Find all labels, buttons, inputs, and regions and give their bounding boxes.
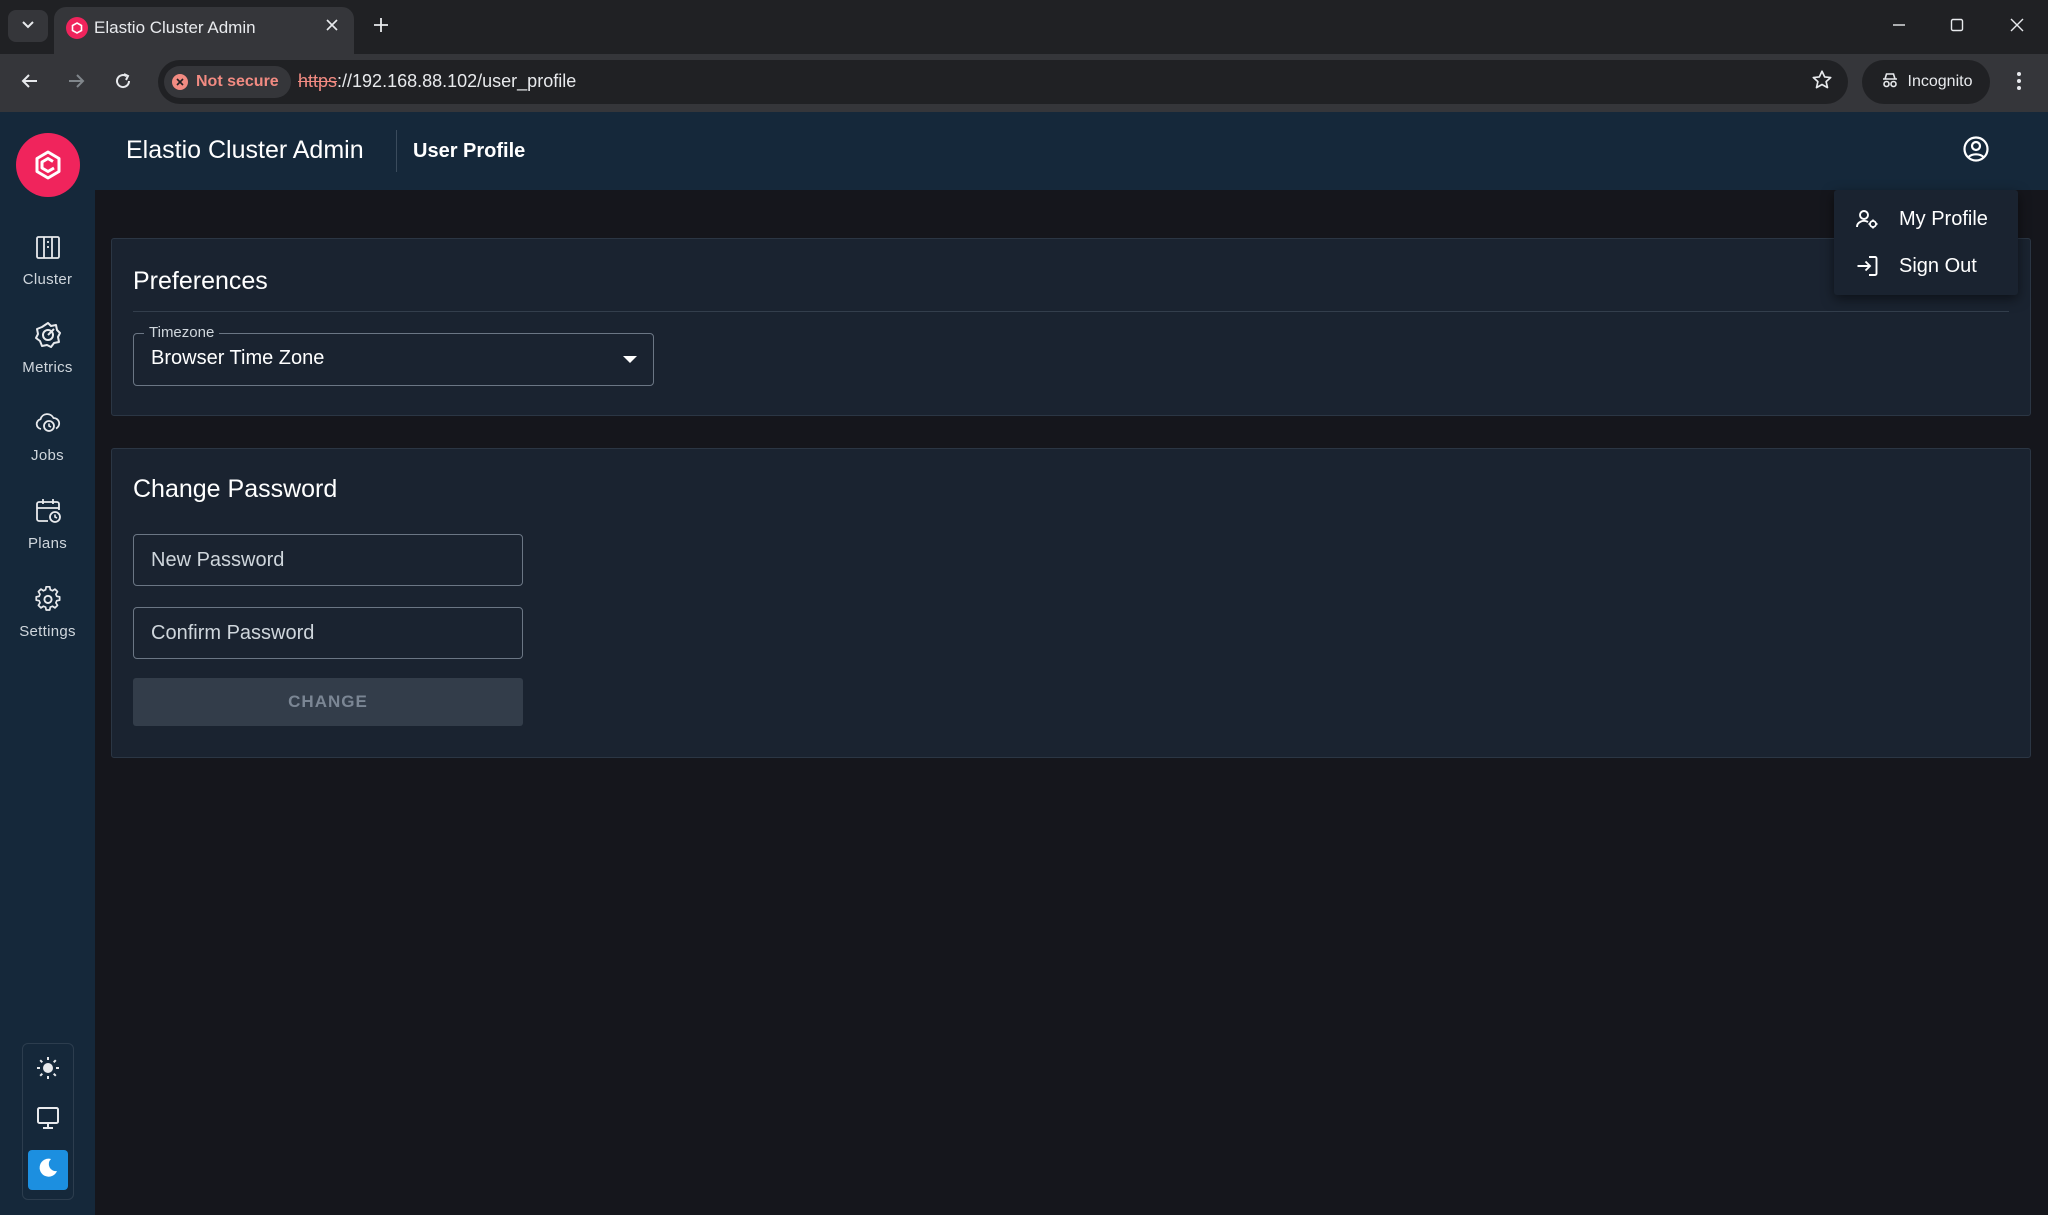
not-secure-icon — [172, 74, 188, 90]
more-vert-icon — [2016, 71, 2022, 96]
menu-item-sign-out[interactable]: Sign Out — [1834, 243, 2018, 289]
sidebar-item-plans[interactable]: Plans — [0, 493, 95, 573]
theme-system-button[interactable] — [28, 1100, 68, 1140]
new-password-field[interactable] — [133, 534, 523, 586]
moon-icon — [36, 1156, 60, 1185]
confirm-password-input[interactable] — [134, 608, 522, 658]
sidebar-item-label: Metrics — [22, 359, 73, 376]
page-title: User Profile — [413, 140, 526, 162]
tab-close-button[interactable] — [320, 15, 344, 39]
dropdown-arrow-icon — [623, 356, 637, 363]
sidebar-item-label: Plans — [27, 535, 68, 552]
timezone-select[interactable]: Timezone Browser Time Zone — [133, 324, 654, 386]
url-text: https://192.168.88.102/user_profile — [298, 71, 576, 92]
timezone-label: Timezone — [144, 324, 220, 341]
plans-icon — [30, 493, 66, 529]
url-scheme: https — [298, 71, 338, 91]
elastio-favicon-icon — [66, 17, 88, 39]
app-root: Cluster Metrics Jobs Plans Settings Elas… — [0, 112, 2048, 1215]
confirm-password-field[interactable] — [133, 607, 523, 659]
tab-search-button[interactable] — [8, 10, 48, 42]
forward-button[interactable] — [59, 66, 93, 100]
sun-icon — [35, 1055, 61, 1086]
reload-icon — [113, 71, 133, 96]
chevron-down-icon — [20, 16, 36, 37]
maximize-icon — [1950, 18, 1964, 37]
change-button[interactable]: CHANGE — [133, 678, 523, 726]
metrics-icon — [30, 317, 66, 353]
minimize-button[interactable] — [1884, 12, 1914, 42]
bookmark-button[interactable] — [1810, 69, 1834, 96]
browser-toolbar: Not secure https://192.168.88.102/user_p… — [0, 54, 2048, 112]
close-icon — [326, 18, 338, 36]
account-menu: My Profile Sign Out — [1834, 190, 2018, 295]
elastio-logo[interactable] — [16, 133, 80, 197]
minimize-icon — [1892, 18, 1906, 37]
header-divider — [396, 130, 397, 172]
browser-menu-button[interactable] — [2004, 66, 2034, 100]
sidebar-item-metrics[interactable]: Metrics — [0, 317, 95, 397]
sidebar-item-label: Settings — [19, 623, 76, 640]
browser-tab-bar: Elastio Cluster Admin — [0, 0, 2048, 54]
elastio-logo-icon — [35, 150, 61, 180]
account-circle-icon — [1962, 135, 1990, 168]
back-button[interactable] — [13, 66, 47, 100]
sidebar-item-label: Jobs — [31, 447, 64, 464]
maximize-button[interactable] — [1942, 12, 1972, 42]
tab-title: Elastio Cluster Admin — [94, 18, 256, 37]
change-password-title: Change Password — [133, 475, 338, 503]
arrow-right-icon — [66, 71, 86, 96]
sidebar-item-cluster[interactable]: Cluster — [0, 229, 95, 309]
sidebar-item-label: Cluster — [22, 271, 73, 288]
address-bar[interactable]: Not secure https://192.168.88.102/user_p… — [158, 60, 1848, 104]
new-tab-button[interactable] — [366, 12, 396, 42]
app-header: Elastio Cluster Admin User Profile — [95, 112, 2048, 190]
arrow-left-icon — [20, 71, 40, 96]
sidebar-item-settings[interactable]: Settings — [0, 581, 95, 661]
sign-out-icon — [1854, 253, 1880, 279]
gear-icon — [30, 581, 66, 617]
menu-item-label: My Profile — [1899, 207, 1988, 230]
preferences-title: Preferences — [133, 267, 268, 295]
app-title: Elastio Cluster Admin — [126, 136, 364, 164]
url-path: ://192.168.88.102/user_profile — [337, 71, 577, 91]
incognito-label: Incognito — [1907, 73, 1973, 90]
theme-dark-button[interactable] — [28, 1150, 68, 1190]
theme-switcher — [22, 1043, 74, 1200]
timezone-value: Browser Time Zone — [151, 347, 325, 369]
star-icon — [1811, 69, 1833, 96]
monitor-icon — [35, 1105, 61, 1136]
menu-item-my-profile[interactable]: My Profile — [1834, 196, 2018, 242]
window-close-button[interactable] — [2002, 12, 2032, 42]
jobs-icon — [30, 405, 66, 441]
change-password-card: Change Password CHANGE — [111, 448, 2031, 758]
profile-icon — [1854, 206, 1880, 232]
security-label: Not secure — [196, 73, 279, 90]
plus-icon — [373, 17, 389, 38]
theme-light-button[interactable] — [28, 1050, 68, 1090]
card-divider — [133, 311, 2009, 312]
new-password-input[interactable] — [134, 535, 522, 585]
sidebar: Cluster Metrics Jobs Plans Settings — [0, 112, 95, 1215]
sidebar-item-jobs[interactable]: Jobs — [0, 405, 95, 485]
reload-button[interactable] — [106, 66, 140, 100]
preferences-card: Preferences Timezone Browser Time Zone — [111, 238, 2031, 416]
incognito-icon — [1880, 70, 1900, 95]
cluster-icon — [30, 229, 66, 265]
account-menu-button[interactable] — [1961, 135, 1991, 168]
menu-item-label: Sign Out — [1899, 254, 1977, 277]
incognito-indicator[interactable]: Incognito — [1862, 60, 1990, 104]
close-icon — [2010, 18, 2024, 37]
browser-tab[interactable]: Elastio Cluster Admin — [54, 7, 354, 54]
